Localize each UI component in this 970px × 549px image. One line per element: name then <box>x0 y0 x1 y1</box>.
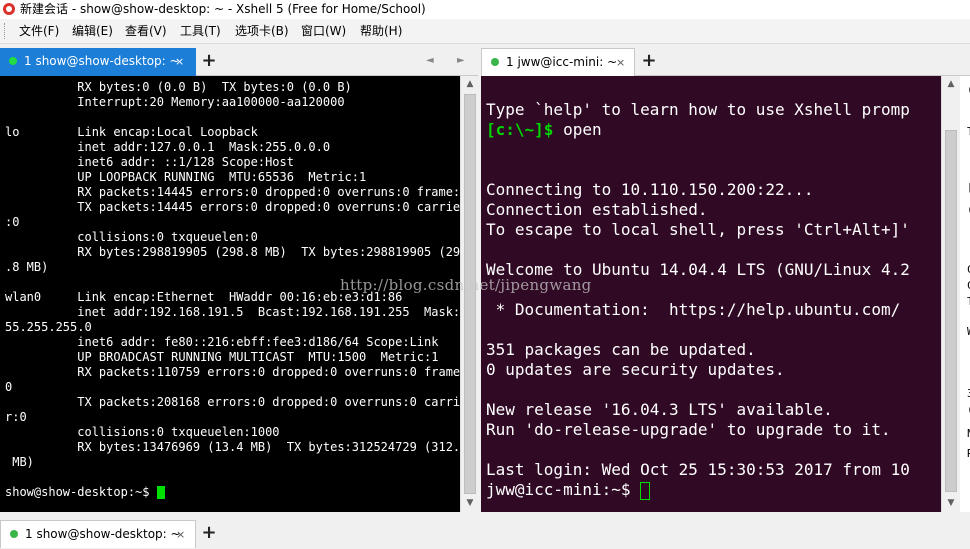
window-title: 新建会话 - show@show-desktop: ~ - Xshell 5 (… <box>20 2 426 16</box>
terminal-line: TX packets:208168 errors:0 dropped:0 ove… <box>5 395 460 409</box>
add-tab-button[interactable]: + <box>637 48 661 76</box>
terminal-line: collisions:0 txqueuelen:0 <box>5 230 258 244</box>
menu-help[interactable]: 帮助(H) <box>360 24 402 39</box>
tab-show-desktop[interactable]: 1 show@show-desktop: ~ × <box>0 48 196 76</box>
scroll-thumb[interactable] <box>464 94 476 494</box>
terminal-line: lo Link encap:Local Loopback <box>5 125 258 139</box>
right-terminal[interactable]: Type `help' to learn how to use Xshell p… <box>481 76 941 512</box>
terminal-line: 351 packages can be updated. <box>486 340 756 359</box>
add-tab-button[interactable]: + <box>197 48 221 76</box>
scroll-up-icon[interactable]: ▲ <box>461 76 479 93</box>
shell-prompt: show@show-desktop:~$ <box>5 485 157 499</box>
tab-label: 1 show@show-desktop: ~ <box>24 54 180 68</box>
prompt-line: jww@icc-mini:~$ <box>486 480 910 500</box>
bottom-tab-strip: 1 show@show-desktop: ~ × + <box>0 519 478 549</box>
terminal-line: Connecting to 10.110.150.200:22... <box>486 180 814 199</box>
terminal-line: Type `help' to learn how to use Xshell p… <box>486 100 910 119</box>
terminal-line: :0 <box>5 215 20 229</box>
left-terminal[interactable]: RX bytes:0 (0.0 B) TX bytes:0 (0.0 B) In… <box>0 76 460 512</box>
xshell-app-icon[interactable] <box>3 3 15 15</box>
tab-scroll-right-icon[interactable]: ► <box>457 55 465 66</box>
terminal-line: MB) <box>5 455 34 469</box>
terminal-line: Last login: Wed Oct 25 15:30:53 2017 fro… <box>486 460 910 479</box>
terminal-line: RX bytes:0 (0.0 B) TX bytes:0 (0.0 B) <box>5 80 352 94</box>
terminal-line: * Documentation: https://help.ubuntu.com… <box>486 300 901 319</box>
watermark-text: http://blog.csdn.net/jipengwang <box>340 276 592 294</box>
close-icon[interactable]: × <box>175 54 184 69</box>
terminal-line: To escape to local shell, press 'Ctrl+Al… <box>486 220 910 239</box>
menu-view[interactable]: 查看(V) <box>125 24 167 39</box>
terminal-line: RX packets:14445 errors:0 dropped:0 over… <box>5 185 460 199</box>
tab-show-desktop-bottom[interactable]: 1 show@show-desktop: ~ × <box>0 520 196 548</box>
connected-status-icon <box>491 58 499 66</box>
left-scrollbar[interactable]: ▲ ▼ <box>460 76 479 512</box>
terminal-line: 0 updates are security updates. <box>486 360 785 379</box>
right-tab-strip: 1 jww@icc-mini: ~ × + <box>481 47 970 76</box>
menu-bar: 文件(F) 编辑(E) 查看(V) 工具(T) 选项卡(B) 窗口(W) 帮助(… <box>0 19 970 44</box>
local-command: open <box>553 120 602 139</box>
terminal-line: collisions:0 txqueuelen:1000 <box>5 425 280 439</box>
left-tab-strip: 1 show@show-desktop: ~ × + ◄ ► <box>0 47 478 76</box>
terminal-line: inet6 addr: fe80::216:ebff:fee3:d186/64 … <box>5 335 439 349</box>
scroll-down-icon[interactable]: ▼ <box>461 495 479 512</box>
scroll-down-icon[interactable]: ▼ <box>942 495 960 512</box>
cursor <box>640 481 651 500</box>
terminal-line: UP BROADCAST RUNNING MULTICAST MTU:1500 … <box>5 350 439 364</box>
terminal-line: New release '16.04.3 LTS' available. <box>486 400 833 419</box>
menu-tools[interactable]: 工具(T) <box>180 24 221 39</box>
close-icon[interactable]: × <box>616 55 625 70</box>
menu-file[interactable]: 文件(F) <box>19 24 59 39</box>
terminal-line: Interrupt:20 Memory:aa100000-aa120000 <box>5 95 345 109</box>
local-shell-prompt: [c:\~]$ <box>486 120 554 139</box>
prompt-line: show@show-desktop:~$ <box>5 485 460 500</box>
menu-edit[interactable]: 编辑(E) <box>72 24 113 39</box>
cursor <box>156 486 165 499</box>
add-tab-button[interactable]: + <box>197 520 221 548</box>
tab-icc-mini[interactable]: 1 jww@icc-mini: ~ × <box>481 48 635 76</box>
tab-label: 1 show@show-desktop: ~ <box>25 527 181 541</box>
terminal-line: Connection established. <box>486 200 708 219</box>
connected-status-icon <box>10 530 18 538</box>
terminal-output: Type `help' to learn how to use Xshell p… <box>486 100 910 500</box>
terminal-line: 55.255.255.0 <box>5 320 92 334</box>
close-icon[interactable]: × <box>176 527 185 542</box>
title-bar: 新建会话 - show@show-desktop: ~ - Xshell 5 (… <box>0 0 970 19</box>
terminal-line: RX bytes:13476969 (13.4 MB) TX bytes:312… <box>5 440 460 454</box>
shell-prompt: jww@icc-mini:~$ <box>486 480 641 499</box>
scroll-up-icon[interactable]: ▲ <box>942 76 960 93</box>
menu-grip-icon <box>4 23 7 39</box>
tab-label: 1 jww@icc-mini: ~ <box>506 55 618 69</box>
terminal-line: inet addr:192.168.191.5 Bcast:192.168.19… <box>5 305 460 319</box>
terminal-line: UP LOOPBACK RUNNING MTU:65536 Metric:1 <box>5 170 367 184</box>
terminal-line: RX packets:110759 errors:0 dropped:0 ove… <box>5 365 460 379</box>
terminal-line: RX bytes:298819905 (298.8 MB) TX bytes:2… <box>5 245 460 259</box>
terminal-line: r:0 <box>5 410 27 424</box>
connected-status-icon <box>9 57 17 65</box>
terminal-line: TX packets:14445 errors:0 dropped:0 over… <box>5 200 460 214</box>
terminal-line: Run 'do-release-upgrade' to upgrade to i… <box>486 420 891 439</box>
menu-tabs[interactable]: 选项卡(B) <box>235 24 289 39</box>
local-shell-line: [c:\~]$ open <box>486 120 910 140</box>
scroll-thumb[interactable] <box>945 130 957 492</box>
terminal-line: 0 <box>5 380 13 394</box>
tab-scroll-left-icon[interactable]: ◄ <box>426 55 434 66</box>
right-scrollbar[interactable]: ▲ ▼ <box>941 76 960 512</box>
menu-window[interactable]: 窗口(W) <box>301 24 346 39</box>
terminal-line: .8 MB) <box>5 260 49 274</box>
terminal-line: inet addr:127.0.0.1 Mask:255.0.0.0 <box>5 140 331 154</box>
third-terminal-pane[interactable]: (T[(CCTW3(NR <box>960 76 970 512</box>
terminal-line: inet6 addr: ::1/128 Scope:Host <box>5 155 294 169</box>
